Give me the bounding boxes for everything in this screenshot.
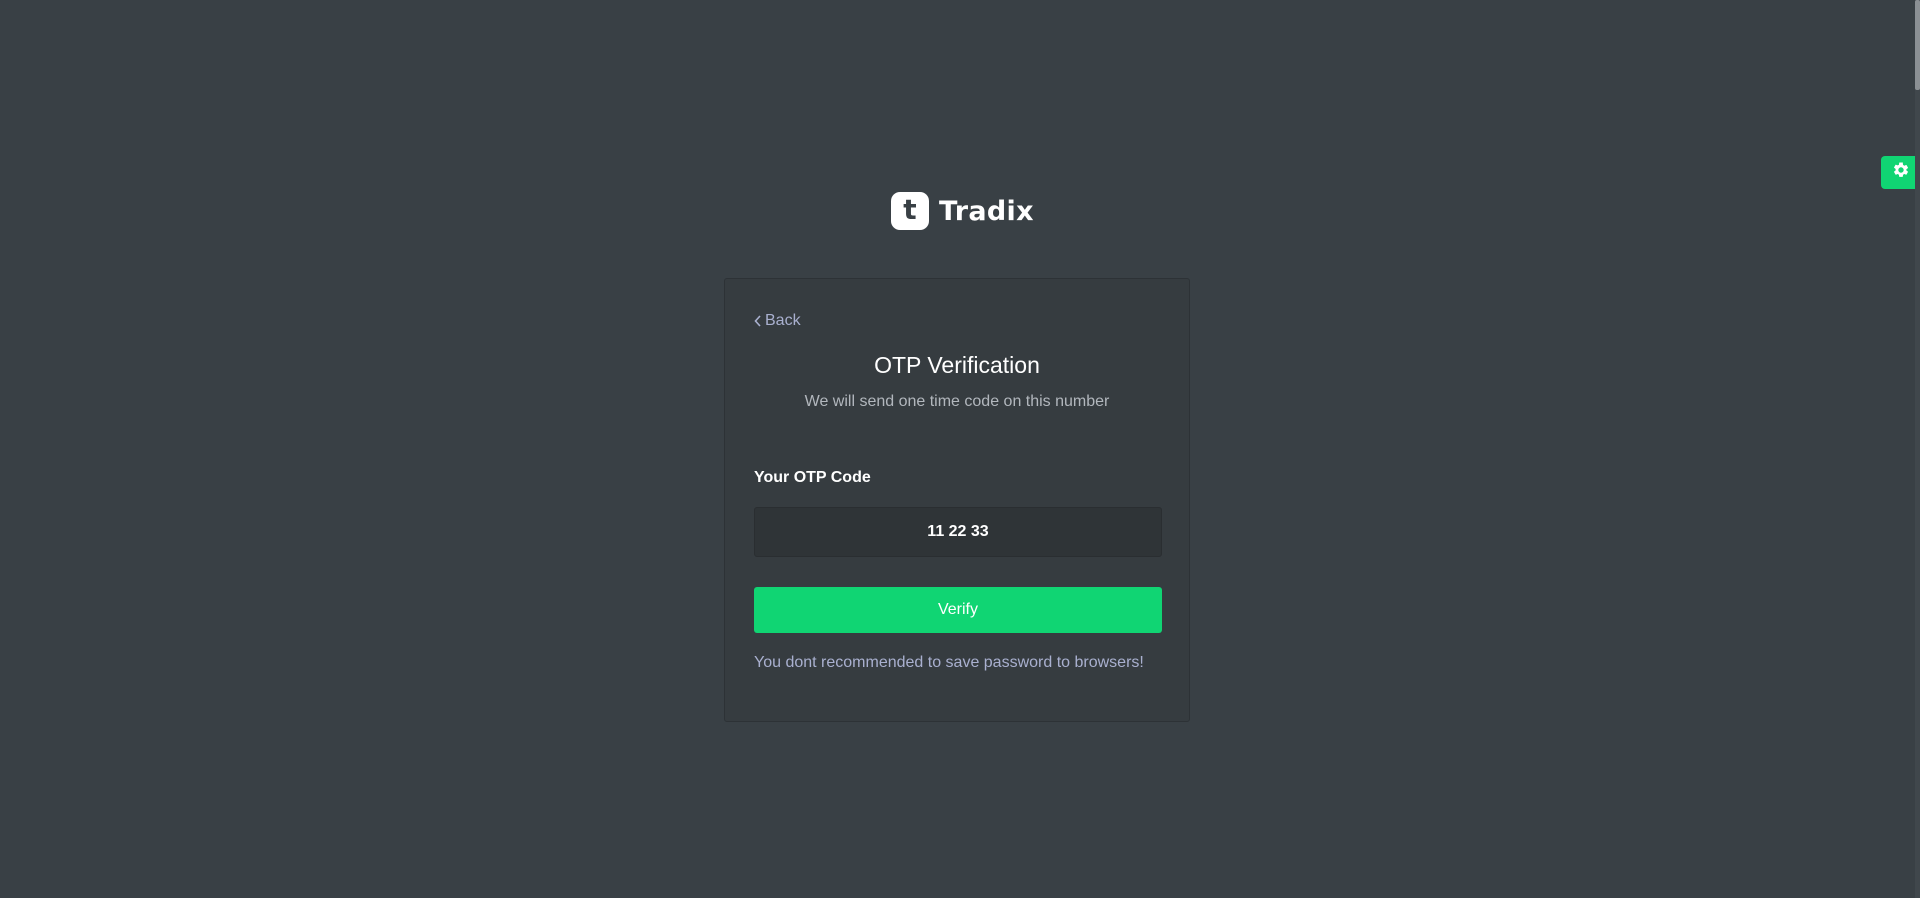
otp-field-label: Your OTP Code [754,469,871,486]
verify-button[interactable]: Verify [754,587,1162,633]
page-title: OTP Verification [874,352,1040,378]
page: t Tradix Back OTP Verification We will s… [0,0,1920,898]
brand-name: Tradix [939,195,1034,227]
otp-input[interactable] [754,507,1162,557]
gear-icon [1892,161,1910,184]
back-label: Back [765,312,801,329]
scrollbar-thumb[interactable] [1915,0,1920,90]
back-link[interactable]: Back [754,312,801,330]
password-note: You dont recommended to save password to… [754,654,1144,671]
logo-icon: t [891,192,929,230]
page-scrollbar[interactable] [1915,0,1920,898]
otp-card: Back OTP Verification We will send one t… [724,278,1190,722]
logo-letter: t [903,193,917,226]
brand-logo[interactable]: t Tradix [891,192,1034,230]
chevron-left-icon [754,315,762,327]
page-subtitle: We will send one time code on this numbe… [804,393,1110,410]
